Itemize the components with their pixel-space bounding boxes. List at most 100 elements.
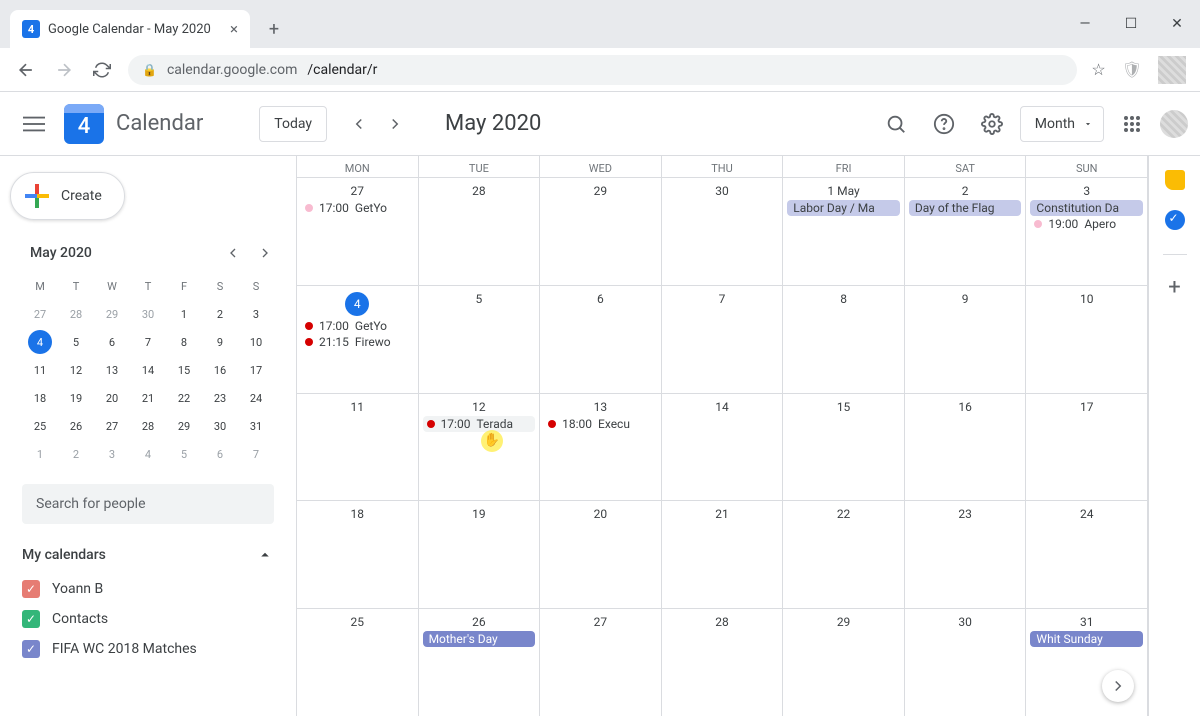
url-input[interactable]: 🔒 calendar.google.com/calendar/r	[128, 55, 1077, 85]
back-button[interactable]	[14, 58, 38, 82]
day-cell[interactable]: 20	[540, 501, 662, 608]
scroll-right-button[interactable]	[1102, 670, 1134, 702]
google-apps-icon[interactable]	[1112, 104, 1152, 144]
day-cell[interactable]: 29	[540, 178, 662, 285]
forward-button[interactable]	[52, 58, 76, 82]
mini-day[interactable]: 26	[58, 412, 94, 440]
shield-icon[interactable]: 🛡	[1122, 60, 1142, 79]
allday-event[interactable]: Mother's Day	[423, 631, 536, 647]
mini-day[interactable]: 1	[166, 300, 202, 328]
allday-event[interactable]: Constitution Da	[1030, 200, 1143, 216]
mini-day[interactable]: 3	[238, 300, 274, 328]
mini-day[interactable]: 3	[94, 440, 130, 468]
day-cell[interactable]: 28	[419, 178, 541, 285]
mini-day[interactable]: 21	[130, 384, 166, 412]
mini-day[interactable]: 29	[166, 412, 202, 440]
mini-day[interactable]: 30	[202, 412, 238, 440]
my-calendars-toggle[interactable]: My calendars	[22, 546, 274, 564]
day-cell[interactable]: 28	[662, 609, 784, 716]
calendar-item[interactable]: ✓Yoann B	[22, 574, 274, 604]
mini-next-button[interactable]	[252, 240, 278, 266]
day-cell[interactable]: 417:00 GetYo21:15 Firewo	[297, 286, 419, 393]
mini-day[interactable]: 1	[22, 440, 58, 468]
mini-day[interactable]: 4	[130, 440, 166, 468]
day-cell[interactable]: 26Mother's Day	[419, 609, 541, 716]
day-cell[interactable]: 2Day of the Flag	[905, 178, 1027, 285]
timed-event[interactable]: 17:00 GetYo	[301, 200, 414, 216]
day-cell[interactable]: 24	[1026, 501, 1148, 608]
create-button[interactable]: Create	[10, 172, 125, 220]
account-avatar[interactable]	[1160, 110, 1188, 138]
mini-day[interactable]: 2	[58, 440, 94, 468]
today-button[interactable]: Today	[259, 106, 327, 142]
checkbox-icon[interactable]: ✓	[22, 640, 40, 658]
mini-day[interactable]: 6	[202, 440, 238, 468]
mini-day[interactable]: 15	[166, 356, 202, 384]
day-cell[interactable]: 22	[783, 501, 905, 608]
day-cell[interactable]: 19	[419, 501, 541, 608]
mini-day[interactable]: 27	[94, 412, 130, 440]
mini-day[interactable]: 20	[94, 384, 130, 412]
day-cell[interactable]: 15	[783, 394, 905, 501]
day-cell[interactable]: 1217:00 Terada✋	[419, 394, 541, 501]
day-cell[interactable]: 25	[297, 609, 419, 716]
timed-event[interactable]: 19:00 Apero	[1030, 216, 1143, 232]
day-cell[interactable]: 3Constitution Da19:00 Apero	[1026, 178, 1148, 285]
mini-day[interactable]: 5	[166, 440, 202, 468]
timed-event[interactable]: 21:15 Firewo	[301, 334, 414, 350]
minimize-button[interactable]: —	[1062, 8, 1108, 40]
mini-day[interactable]: 24	[238, 384, 274, 412]
allday-event[interactable]: Whit Sunday	[1030, 631, 1143, 647]
mini-day[interactable]: 14	[130, 356, 166, 384]
day-cell[interactable]: 30	[905, 609, 1027, 716]
search-icon[interactable]	[876, 104, 916, 144]
day-cell[interactable]: 7	[662, 286, 784, 393]
checkbox-icon[interactable]: ✓	[22, 610, 40, 628]
mini-day[interactable]: 9	[202, 328, 238, 356]
mini-day[interactable]: 25	[22, 412, 58, 440]
day-cell[interactable]: 9	[905, 286, 1027, 393]
mini-day[interactable]: 7	[130, 328, 166, 356]
checkbox-icon[interactable]: ✓	[22, 580, 40, 598]
day-cell[interactable]: 23	[905, 501, 1027, 608]
mini-day[interactable]: 31	[238, 412, 274, 440]
mini-day[interactable]: 5	[58, 328, 94, 356]
browser-profile-avatar[interactable]	[1158, 56, 1186, 84]
calendar-item[interactable]: ✓FIFA WC 2018 Matches	[22, 634, 274, 664]
day-cell[interactable]: 1318:00 Execu	[540, 394, 662, 501]
timed-event[interactable]: 17:00 Terada	[423, 416, 536, 432]
mini-day[interactable]: 2	[202, 300, 238, 328]
day-cell[interactable]: 16	[905, 394, 1027, 501]
allday-event[interactable]: Day of the Flag	[909, 200, 1022, 216]
mini-day[interactable]: 13	[94, 356, 130, 384]
mini-day[interactable]: 19	[58, 384, 94, 412]
settings-icon[interactable]	[972, 104, 1012, 144]
timed-event[interactable]: 17:00 GetYo	[301, 318, 414, 334]
star-icon[interactable]: ☆	[1091, 60, 1105, 79]
help-icon[interactable]	[924, 104, 964, 144]
mini-day[interactable]: 10	[238, 328, 274, 356]
mini-prev-button[interactable]	[220, 240, 246, 266]
day-cell[interactable]: 18	[297, 501, 419, 608]
browser-tab[interactable]: 4 Google Calendar - May 2020 ×	[10, 10, 250, 48]
day-cell[interactable]: 2717:00 GetYo	[297, 178, 419, 285]
timed-event[interactable]: 18:00 Execu	[544, 416, 657, 432]
mini-day[interactable]: 29	[94, 300, 130, 328]
new-tab-button[interactable]: +	[260, 15, 288, 43]
tasks-icon[interactable]	[1165, 210, 1185, 230]
maximize-button[interactable]: ☐	[1108, 8, 1154, 40]
day-cell[interactable]: 27	[540, 609, 662, 716]
mini-day[interactable]: 11	[22, 356, 58, 384]
day-cell[interactable]: 8	[783, 286, 905, 393]
search-people-input[interactable]: Search for people	[22, 484, 274, 524]
mini-day[interactable]: 12	[58, 356, 94, 384]
day-cell[interactable]: 30	[662, 178, 784, 285]
close-window-button[interactable]: ✕	[1154, 8, 1200, 40]
keep-icon[interactable]	[1165, 170, 1185, 190]
mini-day[interactable]: 23	[202, 384, 238, 412]
day-cell[interactable]: 5	[419, 286, 541, 393]
mini-day[interactable]: 22	[166, 384, 202, 412]
day-cell[interactable]: 6	[540, 286, 662, 393]
day-cell[interactable]: 29	[783, 609, 905, 716]
mini-day[interactable]: 7	[238, 440, 274, 468]
